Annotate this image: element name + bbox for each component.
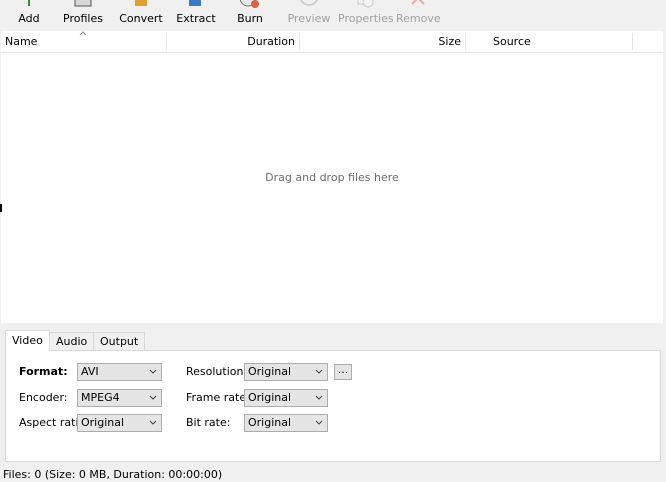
resolution-value: Original <box>248 365 292 378</box>
convert-label: Convert <box>119 12 163 25</box>
aspect-ratio-select[interactable]: Original <box>77 414 162 432</box>
preview-label: Preview <box>287 12 331 25</box>
splitter-marker <box>0 204 2 212</box>
column-divider[interactable] <box>632 33 633 50</box>
profiles-icon <box>74 0 92 7</box>
file-list[interactable]: Name Duration Size Source Drag and drop … <box>1 31 663 323</box>
column-divider[interactable] <box>465 33 466 50</box>
settings-panel: Video Audio Output Format: AVI Encoder: … <box>0 324 666 466</box>
column-header-duration[interactable]: Duration <box>167 31 295 52</box>
chevron-down-icon <box>315 395 323 400</box>
custom-resolution-button[interactable]: ... <box>334 364 352 380</box>
convert-button[interactable]: Convert <box>118 0 164 30</box>
extract-label: Extract <box>176 12 216 25</box>
column-header-name[interactable]: Name <box>5 31 37 52</box>
bit-rate-label: Bit rate: <box>186 416 231 429</box>
extract-icon <box>189 0 201 6</box>
format-select[interactable]: AVI <box>77 363 162 381</box>
format-value: AVI <box>81 365 99 378</box>
chevron-down-icon <box>315 369 323 374</box>
encoder-value: MPEG4 <box>81 391 120 404</box>
status-text: Files: 0 (Size: 0 MB, Duration: 00:00:00… <box>3 468 223 481</box>
encoder-select[interactable]: MPEG4 <box>77 389 162 407</box>
sort-ascending-icon <box>79 31 87 36</box>
burn-button[interactable]: Burn <box>230 0 270 30</box>
properties-label: Properties <box>338 12 394 25</box>
disc-burn-icon <box>240 0 259 8</box>
profiles-button[interactable]: Profiles <box>60 0 106 30</box>
tab-audio[interactable]: Audio <box>49 332 95 351</box>
extract-button[interactable]: Extract <box>174 0 218 30</box>
drop-hint: Drag and drop files here <box>265 171 399 184</box>
remove-label: Remove <box>396 12 441 25</box>
profiles-label: Profiles <box>63 12 103 25</box>
remove-button[interactable]: Remove <box>396 0 441 30</box>
properties-button[interactable]: Properties <box>338 0 394 30</box>
list-header: Name Duration Size Source <box>1 31 663 53</box>
resolution-select[interactable]: Original <box>244 363 328 381</box>
toolbar: Add Profiles Convert Extract Burn Previe… <box>0 0 666 30</box>
properties-icon <box>357 0 374 8</box>
remove-icon <box>411 0 425 5</box>
bit-rate-select[interactable]: Original <box>244 414 328 432</box>
aspect-ratio-label: Aspect ratio: <box>19 416 77 429</box>
encoder-label: Encoder: <box>19 391 68 404</box>
column-header-size[interactable]: Size <box>300 31 461 52</box>
add-icon <box>28 0 30 6</box>
resolution-label: Resolution: <box>186 365 248 378</box>
frame-rate-select[interactable]: Original <box>244 389 328 407</box>
column-header-source[interactable]: Source <box>493 31 531 52</box>
chevron-down-icon <box>149 420 157 425</box>
bit-rate-value: Original <box>248 416 292 429</box>
burn-label: Burn <box>237 12 263 25</box>
format-label: Format: <box>19 365 68 378</box>
aspect-ratio-value: Original <box>81 416 125 429</box>
chevron-down-icon <box>315 420 323 425</box>
frame-rate-label: Frame rate: <box>186 391 250 404</box>
status-bar: Files: 0 (Size: 0 MB, Duration: 00:00:00… <box>0 466 666 481</box>
video-tab-panel: Format: AVI Encoder: MPEG4 Aspect ratio:… <box>5 350 661 462</box>
frame-rate-value: Original <box>248 391 292 404</box>
tab-video[interactable]: Video <box>5 330 50 351</box>
chevron-down-icon <box>149 395 157 400</box>
add-label: Add <box>18 12 40 25</box>
add-button[interactable]: Add <box>10 0 48 30</box>
preview-icon <box>300 0 318 6</box>
tab-output[interactable]: Output <box>93 332 146 351</box>
convert-icon <box>135 0 147 6</box>
preview-button[interactable]: Preview <box>287 0 331 30</box>
chevron-down-icon <box>149 369 157 374</box>
